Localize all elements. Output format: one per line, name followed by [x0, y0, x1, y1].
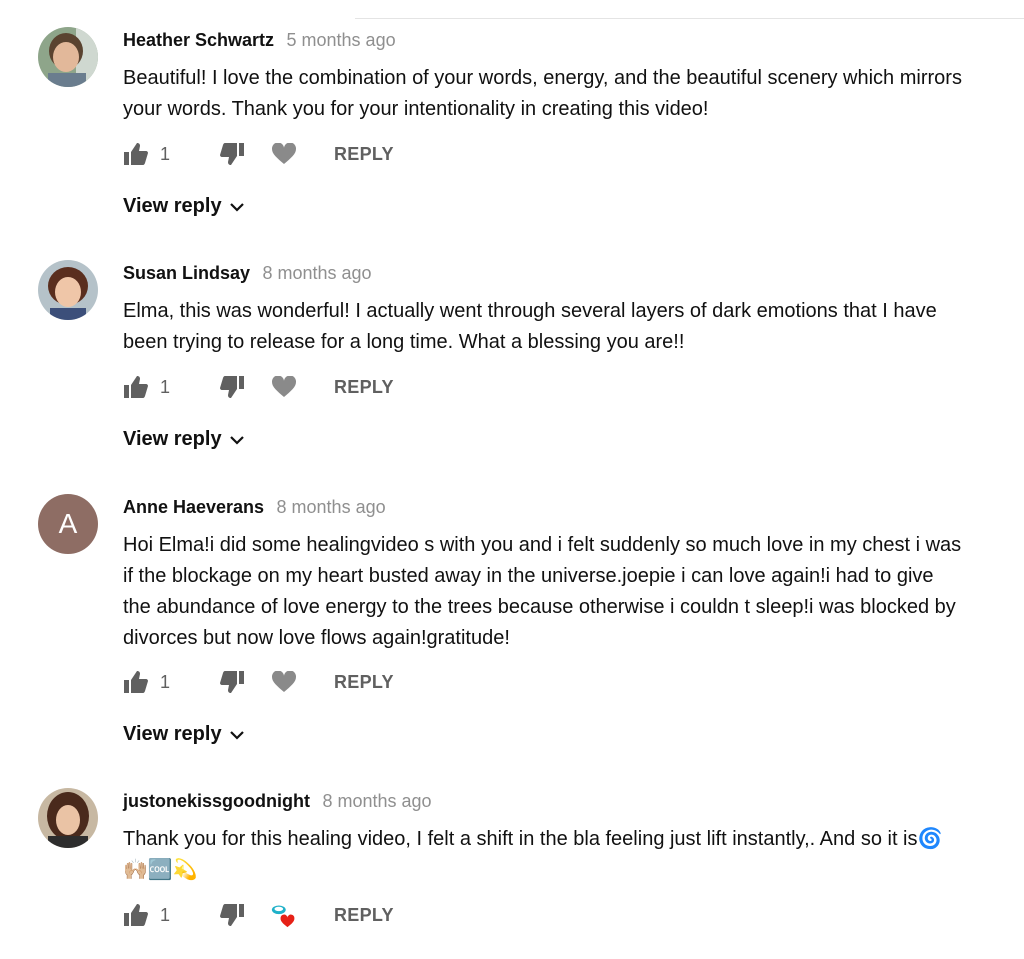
heart-icon[interactable] [271, 669, 297, 695]
view-reply-button[interactable]: View reply [123, 195, 244, 218]
view-reply-button[interactable]: View reply [123, 723, 244, 746]
author-name[interactable]: Heather Schwartz [123, 30, 274, 50]
avatar[interactable] [38, 788, 98, 848]
thumb-up-icon[interactable] [123, 902, 149, 928]
comment-actions: 1 REPLY [123, 373, 394, 401]
comment-text: Thank you for this healing video, I felt… [123, 824, 963, 886]
chevron-down-icon [229, 723, 244, 746]
comment-text-body: Thank you for this healing video, I felt… [123, 828, 918, 850]
thumb-up-icon[interactable] [123, 374, 149, 400]
thumb-down-icon[interactable] [219, 669, 245, 695]
thumb-down-icon[interactable] [219, 902, 245, 928]
comment-actions: 1 REPLY [123, 668, 394, 696]
view-reply-label: View reply [123, 195, 222, 217]
reply-button[interactable]: REPLY [334, 377, 394, 398]
comment-timestamp[interactable]: 8 months ago [277, 497, 386, 517]
heart-icon[interactable] [271, 141, 297, 167]
like-count: 1 [160, 376, 171, 397]
chevron-down-icon [229, 195, 244, 218]
view-reply-label: View reply [123, 723, 222, 745]
creator-heart-icon[interactable] [271, 902, 297, 928]
comment-actions: 1 REPLY [123, 140, 394, 168]
comment-header: justonekissgoodnight 8 months ago [123, 791, 432, 812]
comment-header: Anne Haeverans 8 months ago [123, 497, 386, 518]
like-count: 1 [160, 904, 171, 925]
like-count: 1 [160, 671, 171, 692]
comment-header: Heather Schwartz 5 months ago [123, 30, 396, 51]
like-count: 1 [160, 143, 171, 164]
thumb-down-icon[interactable] [219, 374, 245, 400]
view-reply-label: View reply [123, 428, 222, 450]
reply-button[interactable]: REPLY [334, 905, 394, 926]
comment-timestamp[interactable]: 8 months ago [263, 263, 372, 283]
comment-timestamp[interactable]: 5 months ago [287, 30, 396, 50]
thumb-down-icon[interactable] [219, 141, 245, 167]
avatar[interactable] [38, 260, 98, 320]
thumb-up-icon[interactable] [123, 669, 149, 695]
comment-text: Elma, this was wonderful! I actually wen… [123, 300, 937, 353]
author-name[interactable]: Anne Haeverans [123, 497, 264, 517]
author-name[interactable]: Susan Lindsay [123, 263, 250, 283]
reply-button[interactable]: REPLY [334, 672, 394, 693]
comment-timestamp[interactable]: 8 months ago [322, 791, 431, 811]
avatar[interactable]: A [38, 494, 98, 554]
comment-actions: 1 REPLY [123, 901, 394, 929]
comment-header: Susan Lindsay 8 months ago [123, 263, 372, 284]
author-name[interactable]: justonekissgoodnight [123, 791, 310, 811]
thumb-up-icon[interactable] [123, 141, 149, 167]
top-divider [355, 18, 1024, 19]
heart-icon[interactable] [271, 374, 297, 400]
comment-text: Beautiful! I love the combination of you… [123, 67, 962, 120]
avatar[interactable] [38, 27, 98, 87]
reply-button[interactable]: REPLY [334, 144, 394, 165]
comment-text: Hoi Elma!i did some healingvideo s with … [123, 534, 962, 649]
chevron-down-icon [229, 428, 244, 451]
view-reply-button[interactable]: View reply [123, 428, 244, 451]
